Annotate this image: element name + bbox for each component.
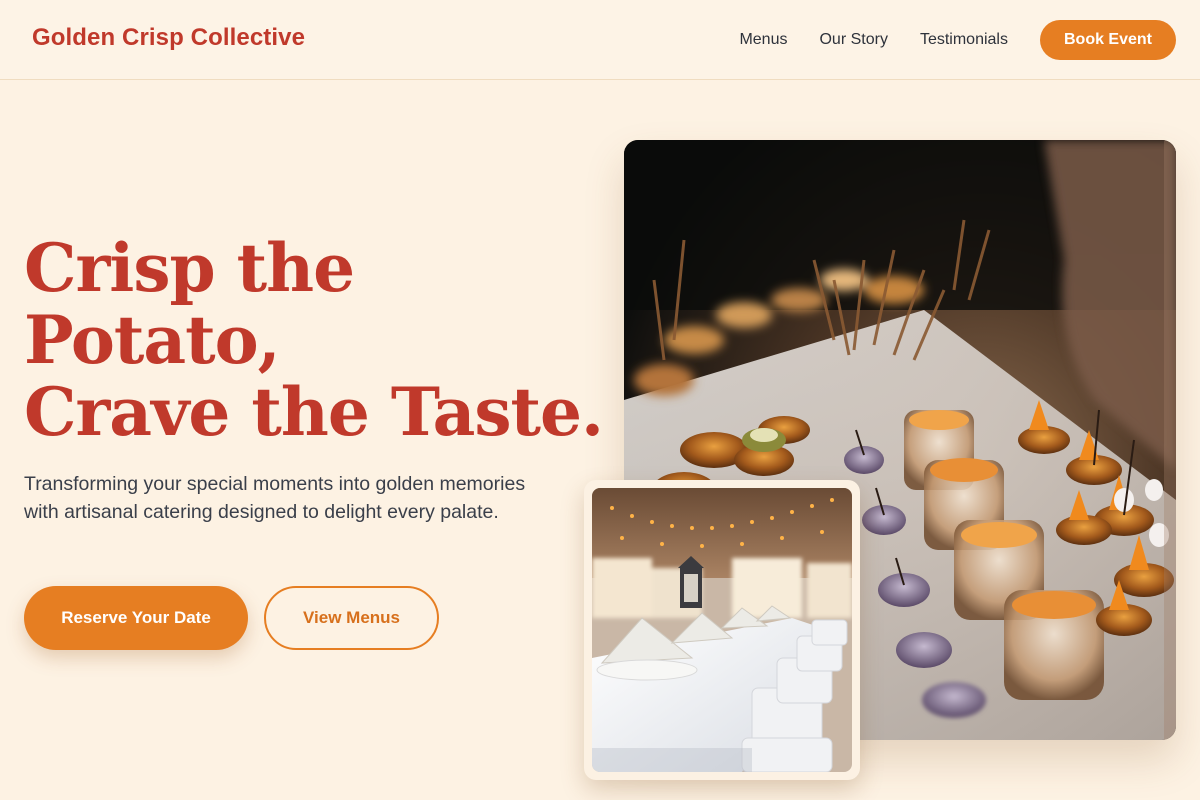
hero-subtitle: Transforming your special moments into g… — [24, 473, 526, 523]
view-menus-button[interactable]: View Menus — [264, 586, 439, 650]
hero-title-line: Crisp the — [24, 229, 355, 307]
banquet-table-photo — [592, 488, 852, 772]
reserve-date-button[interactable]: Reserve Your Date — [24, 586, 248, 650]
site-header: Golden Crisp Collective Menus Our Story … — [0, 0, 1200, 80]
banquet-photo-frame — [584, 480, 860, 780]
book-event-button[interactable]: Book Event — [1039, 20, 1176, 60]
nav-link-our-story[interactable]: Our Story — [819, 31, 887, 49]
nav-link-menus[interactable]: Menus — [739, 31, 787, 49]
hero-title: Crisp the Potato, Crave the Taste. — [24, 229, 604, 451]
main-nav: Menus Our Story Testimonials Book Event — [739, 20, 1176, 60]
nav-link-testimonials[interactable]: Testimonials — [920, 31, 1008, 49]
hero-title-line: Potato, — [24, 301, 281, 379]
brand-logo[interactable]: Golden Crisp Collective — [32, 24, 305, 52]
hero-title-line: Crave the Taste. — [24, 373, 604, 451]
